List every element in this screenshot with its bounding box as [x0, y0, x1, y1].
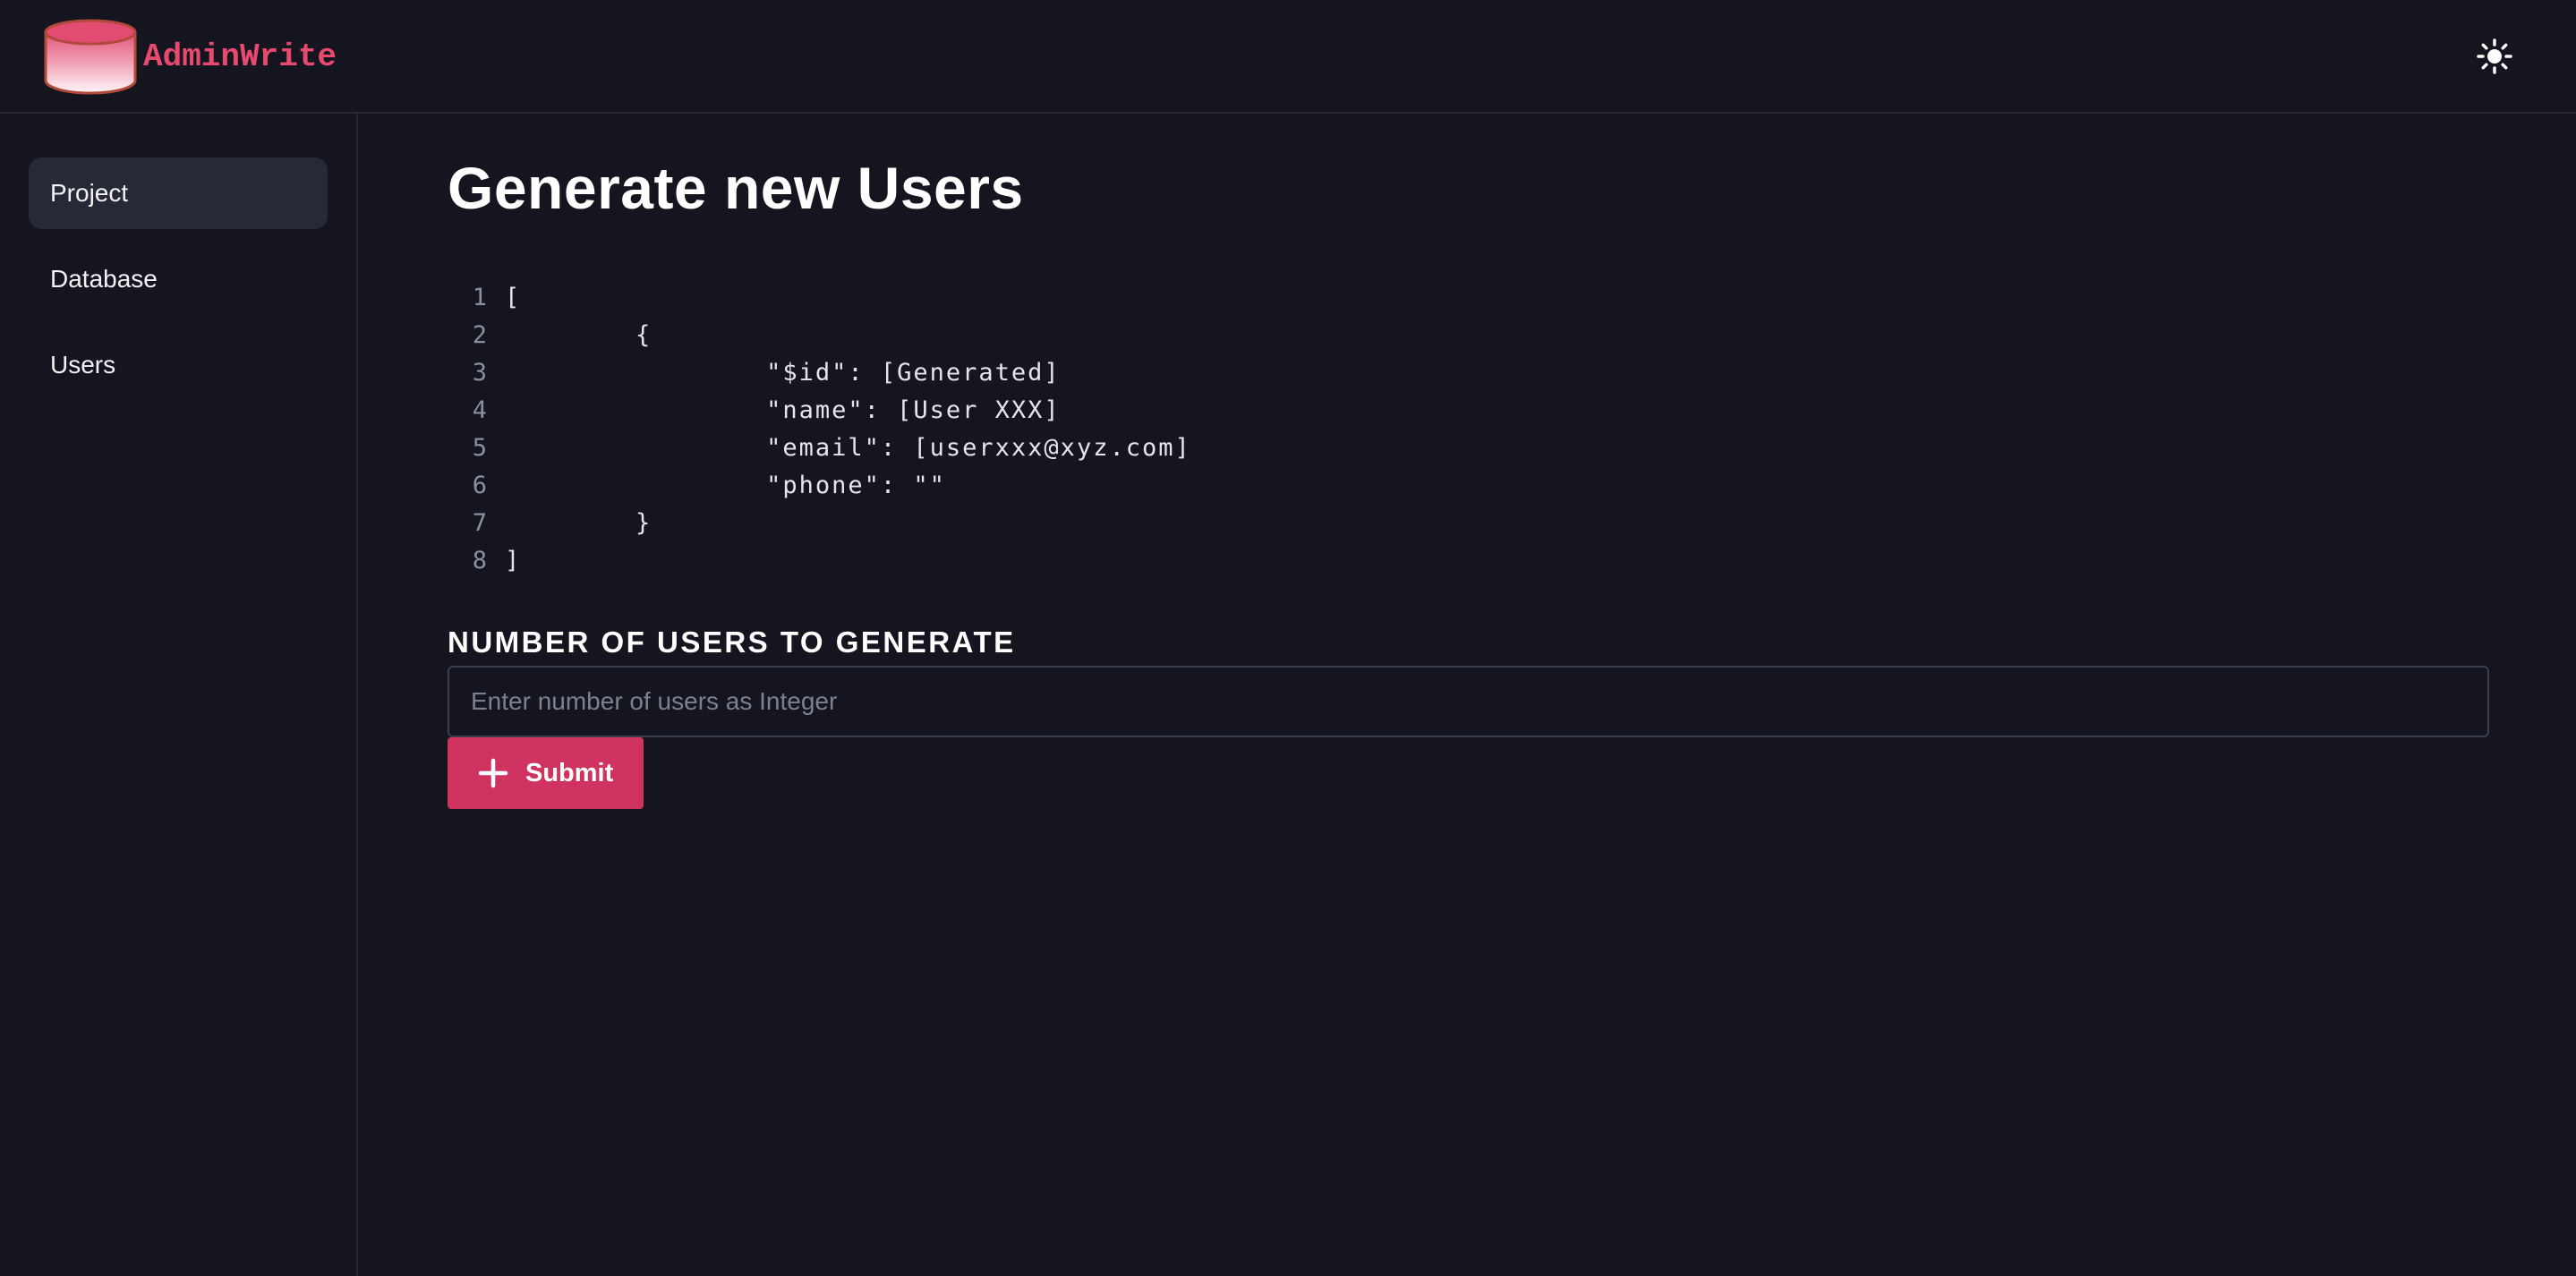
code-line: 4 "name": [User XXX]	[448, 392, 1191, 430]
sidebar-item-users[interactable]: Users	[29, 329, 328, 401]
code-text: }	[505, 509, 653, 537]
plus-icon	[478, 758, 508, 788]
users-count-input[interactable]	[448, 666, 2489, 737]
code-text: [	[505, 284, 522, 311]
code-line: 1 [	[448, 279, 1191, 317]
code-line: 3 "$id": [Generated]	[448, 354, 1191, 392]
line-number: 7	[472, 509, 487, 537]
code-line: 8 ]	[448, 542, 1191, 580]
line-number: 3	[472, 359, 487, 387]
sidebar-item-database[interactable]: Database	[29, 243, 328, 315]
database-cylinder-icon	[44, 19, 137, 95]
sidebar-item-label: Database	[50, 265, 158, 293]
submit-button[interactable]: Submit	[448, 737, 644, 809]
line-number: 4	[472, 396, 487, 424]
page-title: Generate new Users	[448, 155, 1024, 221]
code-line: 6 "phone": ""	[448, 467, 1191, 505]
code-text: "name": [User XXX]	[505, 396, 1061, 424]
code-text: "phone": ""	[505, 472, 946, 499]
top-header: AdminWrite	[0, 0, 2576, 114]
code-text: ]	[505, 547, 522, 574]
line-number: 1	[472, 284, 487, 311]
app-logo[interactable]: AdminWrite	[43, 18, 337, 95]
sidebar-item-label: Project	[50, 179, 129, 207]
sidebar-item-label: Users	[50, 351, 116, 379]
sidebar: Project Database Users	[0, 114, 358, 1276]
json-template-preview: 1 [ 2 { 3 "$id": [Generated] 4 "name": […	[448, 279, 1191, 580]
submit-label: Submit	[525, 758, 614, 787]
line-number: 8	[472, 547, 487, 574]
code-text: "email": [userxxx@xyz.com]	[505, 434, 1191, 462]
users-count-label: NUMBER OF USERS TO GENERATE	[448, 625, 1016, 659]
app-name: AdminWrite	[143, 38, 337, 75]
line-number: 5	[472, 434, 487, 462]
line-number: 6	[472, 472, 487, 499]
sidebar-item-project[interactable]: Project	[29, 157, 328, 229]
sun-icon	[2477, 38, 2512, 74]
code-line: 2 {	[448, 317, 1191, 354]
code-line: 5 "email": [userxxx@xyz.com]	[448, 430, 1191, 467]
code-line: 7 }	[448, 505, 1191, 542]
code-text: {	[505, 321, 653, 349]
line-number: 2	[472, 321, 487, 349]
theme-toggle-button[interactable]	[2476, 38, 2513, 75]
code-text: "$id": [Generated]	[505, 359, 1061, 387]
